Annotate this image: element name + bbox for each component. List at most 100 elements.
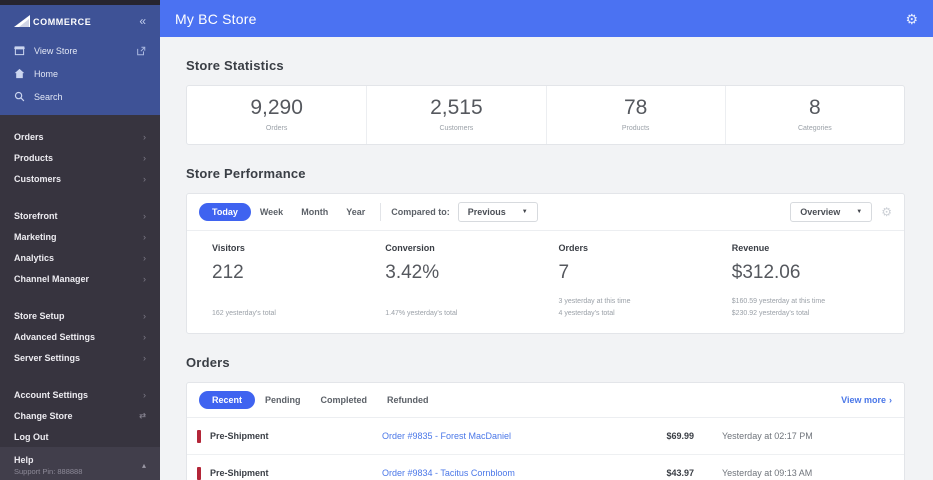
main-area: My BC Store ⚙ Store Statistics 9,290 Ord… (160, 0, 933, 480)
chevron-right-icon: › (143, 389, 146, 400)
performance-settings-gear-icon[interactable]: ⚙ (881, 206, 892, 218)
sidebar-item-label: View Store (34, 45, 78, 56)
status-color-bar (197, 429, 201, 443)
sidebar-item-customers[interactable]: Customers › (0, 168, 160, 189)
performance-metrics: Visitors 212 162 yesterday's total Conve… (187, 230, 904, 333)
order-link[interactable]: Order #9835 - Forest MacDaniel (382, 431, 634, 441)
chevron-right-icon: › (143, 173, 146, 184)
order-link[interactable]: Order #9834 - Tacitus Cornbloom (382, 468, 634, 478)
performance-toolbar: Today Week Month Year Compared to: Previ… (187, 194, 904, 230)
store-statistics-card: 9,290 Orders 2,515 Customers 78 Products… (186, 85, 905, 145)
compared-to-label: Compared to: (391, 207, 450, 217)
metric-label: Visitors (212, 243, 245, 253)
sidebar-item-log-out[interactable]: Log Out (0, 426, 160, 447)
tab-pending[interactable]: Pending (255, 395, 311, 405)
chevron-right-icon: › (143, 310, 146, 321)
gear-icon[interactable]: ⚙ (905, 12, 918, 26)
metric-sub1: $160.59 yesterday at this time (731, 297, 826, 305)
sidebar-item-advanced-settings[interactable]: Advanced Settings › (0, 326, 160, 347)
stat-categories: 8 Categories (724, 86, 904, 144)
bigcommerce-sail-icon (14, 15, 30, 27)
metric-sub2: 1.47% yesterday's total (385, 309, 458, 317)
sidebar-item-label: Orders (14, 131, 44, 142)
tab-week[interactable]: Week (251, 207, 292, 217)
metric-label: Orders (558, 243, 589, 253)
status-color-bar (197, 466, 201, 480)
compared-to-value: Previous (467, 207, 506, 217)
sidebar-nav: Orders › Products › Customers › Storefro… (0, 115, 160, 447)
chevron-right-icon: › (143, 210, 146, 221)
metric-label: Conversion (385, 243, 435, 253)
sidebar-item-search[interactable]: Search (0, 85, 160, 108)
status-label: Pre-Shipment (210, 468, 269, 478)
metric-subtext: $160.59 yesterday at this time $230.92 y… (732, 296, 892, 321)
bigcommerce-logo: COMMERCE (14, 15, 91, 27)
sidebar-item-change-store[interactable]: Change Store ⇄ (0, 405, 160, 426)
chevron-right-icon: › (143, 231, 146, 242)
sidebar-item-orders[interactable]: Orders › (0, 126, 160, 147)
order-amount: $43.97 (666, 468, 694, 478)
view-more-link[interactable]: View more › (841, 395, 892, 405)
metric-subtext: 3 yesterday at this time 4 yesterday's t… (559, 296, 719, 321)
tab-recent[interactable]: Recent (199, 391, 256, 409)
select-caret-icon: ▼ (521, 209, 528, 215)
sidebar-item-label: Search (34, 91, 63, 102)
chevron-right-icon: › (143, 331, 146, 342)
orders-tabs: Recent Pending Completed Refunded View m… (187, 383, 904, 418)
metric-value: 7 (558, 262, 570, 283)
logo-row: COMMERCE « (0, 5, 160, 39)
dashboard-content: Store Statistics 9,290 Orders 2,515 Cust… (160, 37, 933, 480)
order-row: Pre-Shipment Order #9834 - Tacitus Cornb… (187, 455, 904, 480)
metric-conversion: Conversion 3.42% 1.47% yesterday's total (372, 243, 545, 320)
help-panel[interactable]: Help Support Pin: 888888 ▴ (0, 447, 160, 480)
sidebar-item-label: Customers (14, 173, 62, 184)
sidebar-item-analytics[interactable]: Analytics › (0, 247, 160, 268)
order-row: Pre-Shipment Order #9835 - Forest MacDan… (187, 418, 904, 455)
metric-label: Revenue (731, 243, 770, 253)
sidebar-item-server-settings[interactable]: Server Settings › (0, 347, 160, 368)
overview-select[interactable]: Overview ▼ (790, 202, 873, 222)
metric-sub2: $230.92 yesterday's total (731, 309, 810, 317)
tab-completed[interactable]: Completed (311, 395, 378, 405)
nav-group-account: Account Settings › Change Store ⇄ Log Ou… (0, 377, 160, 447)
metric-subtext: 1.47% yesterday's total (385, 308, 545, 320)
tab-today[interactable]: Today (199, 203, 251, 221)
view-more-label: View more (841, 395, 886, 405)
sidebar-item-channel-manager[interactable]: Channel Manager › (0, 268, 160, 289)
sidebar-item-label: Change Store (14, 410, 73, 421)
nav-group-settings: Store Setup › Advanced Settings › Server… (0, 298, 160, 368)
sidebar: COMMERCE « View Store Home Search Orders… (0, 0, 160, 480)
sidebar-item-label: Account Settings (14, 389, 89, 400)
external-link-icon (137, 46, 146, 55)
orders-heading: Orders (186, 355, 230, 370)
toolbar-right-group: Overview ▼ ⚙ (790, 202, 892, 222)
sidebar-item-account-settings[interactable]: Account Settings › (0, 384, 160, 405)
metric-sub2: 162 yesterday's total (212, 309, 276, 317)
metric-orders: Orders 7 3 yesterday at this time 4 yest… (546, 243, 719, 320)
store-performance-card: Today Week Month Year Compared to: Previ… (186, 193, 905, 334)
store-performance-heading: Store Performance (186, 166, 306, 181)
sidebar-item-storefront[interactable]: Storefront › (0, 205, 160, 226)
tab-refunded[interactable]: Refunded (377, 395, 439, 405)
order-status: Pre-Shipment (197, 466, 382, 480)
stat-label: Orders (265, 125, 288, 132)
sidebar-item-store-setup[interactable]: Store Setup › (0, 305, 160, 326)
stat-label: Products (621, 125, 650, 132)
collapse-sidebar-button[interactable]: « (139, 15, 146, 27)
compared-to-select[interactable]: Previous ▼ (457, 202, 538, 222)
metric-value: 212 (212, 262, 244, 283)
logo-text: COMMERCE (33, 17, 92, 27)
stat-customers: 2,515 Customers (366, 86, 545, 144)
tab-month[interactable]: Month (292, 207, 337, 217)
sidebar-item-view-store[interactable]: View Store (0, 39, 160, 62)
tab-year[interactable]: Year (337, 207, 374, 217)
status-label: Pre-Shipment (210, 431, 269, 441)
select-caret-icon: ▼ (856, 209, 863, 215)
stat-orders: 9,290 Orders (187, 86, 366, 144)
sidebar-item-marketing[interactable]: Marketing › (0, 226, 160, 247)
home-icon (14, 68, 25, 79)
sidebar-item-products[interactable]: Products › (0, 147, 160, 168)
store-title: My BC Store (175, 10, 257, 27)
sidebar-item-home[interactable]: Home (0, 62, 160, 85)
sidebar-top-section: COMMERCE « View Store Home Search (0, 0, 160, 115)
